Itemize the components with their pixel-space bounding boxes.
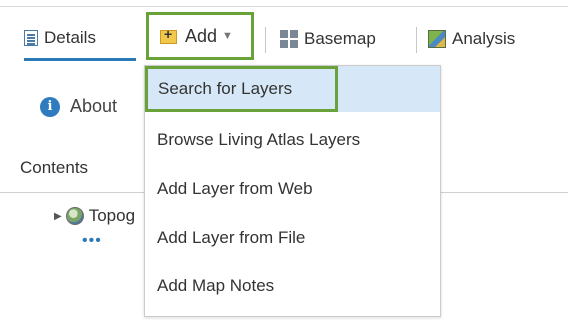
- details-tab[interactable]: Details: [24, 18, 136, 61]
- app-root: Details + Add ▼ Basemap Analysis i About…: [0, 0, 568, 322]
- analysis-icon: [428, 30, 446, 48]
- add-label: Add: [185, 25, 218, 46]
- add-dropdown-menu: Search for Layers Browse Living Atlas La…: [144, 65, 441, 317]
- expand-arrow-icon[interactable]: ▶: [54, 211, 62, 222]
- layer-item[interactable]: ▶ Topog: [54, 206, 135, 226]
- layer-label: Topog: [88, 206, 136, 225]
- toolbar: Details + Add ▼ Basemap Analysis: [0, 12, 568, 62]
- about-label: About: [70, 96, 118, 116]
- menu-item-add-layer-file[interactable]: Add Layer from File: [145, 214, 440, 262]
- menu-item-search-layers[interactable]: Search for Layers: [145, 66, 338, 112]
- info-icon: i: [40, 96, 60, 117]
- details-icon: [24, 30, 38, 46]
- toolbar-divider: [416, 27, 417, 53]
- globe-icon: [65, 207, 84, 225]
- menu-item-add-layer-web[interactable]: Add Layer from Web: [145, 165, 440, 213]
- add-button[interactable]: + Add ▼: [146, 12, 254, 60]
- chevron-down-icon: ▼: [222, 30, 233, 42]
- contents-heading: Contents: [20, 158, 89, 177]
- basemap-label: Basemap: [304, 29, 376, 48]
- toolbar-divider: [265, 27, 266, 53]
- basemap-icon: [280, 30, 298, 48]
- more-options-icon[interactable]: •••: [82, 233, 102, 249]
- top-divider: [0, 0, 568, 7]
- analysis-label: Analysis: [452, 29, 516, 48]
- menu-item-add-map-notes[interactable]: Add Map Notes: [145, 262, 440, 310]
- add-icon: +: [159, 27, 179, 45]
- about-link[interactable]: i About: [40, 96, 117, 117]
- basemap-button[interactable]: Basemap: [280, 18, 376, 60]
- menu-item-browse-living-atlas[interactable]: Browse Living Atlas Layers: [145, 116, 440, 164]
- analysis-button[interactable]: Analysis: [428, 18, 515, 60]
- details-label: Details: [44, 28, 96, 47]
